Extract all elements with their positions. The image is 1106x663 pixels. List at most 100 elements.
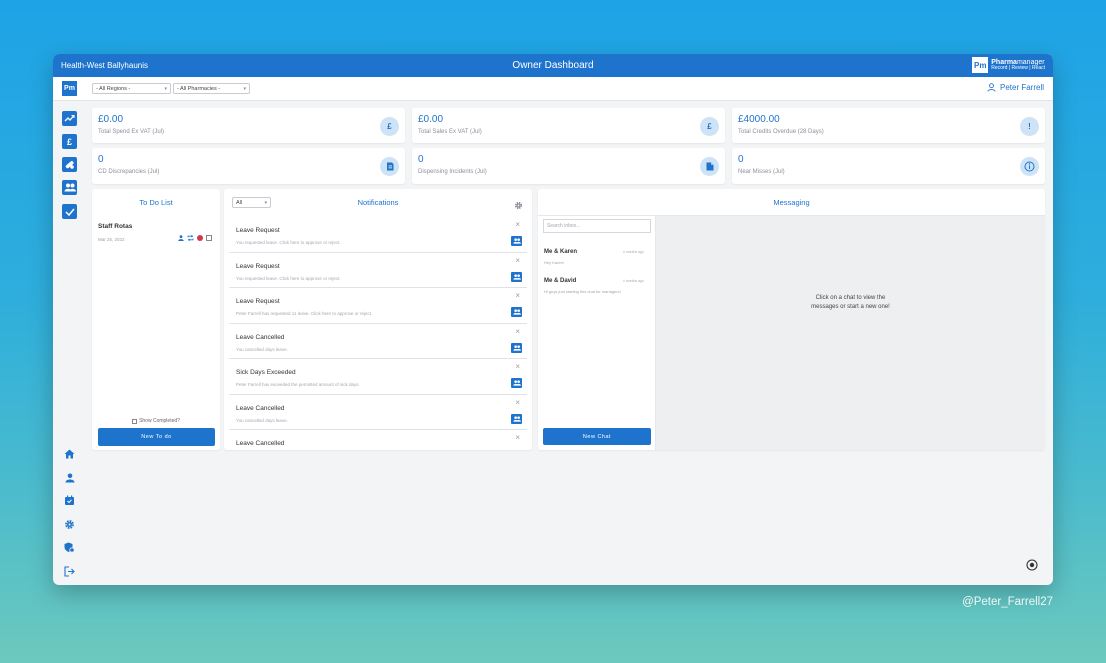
calendar-icon	[65, 495, 74, 505]
sidebar-item-spend[interactable]: £	[62, 134, 77, 149]
todo-complete-checkbox[interactable]	[206, 235, 212, 241]
close-icon[interactable]: ×	[515, 256, 520, 265]
stat-card-total-sales[interactable]: £0.00 Total Sales Ex VAT (Jul) £	[412, 108, 725, 143]
brand-tagline: Record | Review | React	[991, 65, 1045, 71]
stat-card-cd-discrepancies[interactable]: 0 CD Discrepancies (Jul)	[92, 148, 405, 184]
user-name: Peter Farrell	[999, 83, 1044, 92]
notification-item[interactable]: Sick Days Exceeded Peter Farrell has exc…	[229, 359, 527, 395]
user-icon	[987, 83, 996, 92]
new-chat-button[interactable]: New Chat	[543, 428, 651, 445]
notification-item[interactable]: Leave Request You requested leave. Click…	[229, 217, 527, 253]
sidebar-item-staff[interactable]	[62, 180, 77, 195]
gear-icon	[65, 520, 74, 529]
watermark: @Peter_Farrell27	[962, 596, 1053, 608]
todo-panel: To Do List Staff Rotas Mar 25, 2022 Show…	[92, 189, 220, 450]
app-window: Health-West Ballyhaunis Owner Dashboard …	[53, 54, 1053, 585]
todo-item-date: Mar 25, 2022	[98, 237, 125, 242]
todo-item-actions	[178, 235, 212, 241]
notification-item[interactable]: Leave Cancelled You cancelled days leave…	[229, 323, 527, 359]
todo-item-title[interactable]: Staff Rotas	[98, 223, 132, 230]
priority-dot-icon	[197, 235, 203, 241]
view-staff-button[interactable]	[511, 271, 522, 282]
sidebar: £	[53, 101, 86, 585]
sidebar-item-sales-trend[interactable]	[62, 111, 77, 126]
group-icon	[64, 183, 76, 192]
stat-value: 0	[418, 154, 424, 165]
sidebar-item-settings[interactable]	[63, 518, 76, 531]
show-completed-toggle[interactable]: Show Completed?	[92, 418, 220, 424]
notification-item[interactable]: Leave Request You requested leave. Click…	[229, 252, 527, 288]
view-staff-button[interactable]	[511, 413, 522, 424]
stat-card-dispensing-incidents[interactable]: 0 Dispensing Incidents (Jul)	[412, 148, 725, 184]
sidebar-item-prescriptions[interactable]	[62, 157, 77, 172]
stat-card-credits-overdue[interactable]: £4000.00 Total Credits Overdue (28 Days)…	[732, 108, 1045, 143]
notification-description: You requested leave. Click here to appro…	[236, 275, 341, 281]
notification-title: Leave Cancelled	[236, 333, 285, 341]
stat-label: Near Misses (Jul)	[738, 169, 785, 175]
app-logo[interactable]: Pm	[62, 81, 77, 96]
todo-title: To Do List	[139, 198, 173, 207]
region-select[interactable]: - All Regions - ▾	[92, 83, 171, 94]
notification-item[interactable]: Leave Request Peter Farrell has requeste…	[229, 288, 527, 324]
title-bar: Health-West Ballyhaunis Owner Dashboard …	[53, 54, 1053, 77]
chat-preview: Hi guys just starting this chat for mana…	[544, 289, 621, 294]
close-icon[interactable]: ×	[515, 434, 520, 442]
stat-label: CD Discrepancies (Jul)	[98, 169, 160, 175]
close-icon[interactable]: ×	[515, 363, 520, 371]
region-select-value: - All Regions -	[96, 85, 131, 92]
brand-logo-mark: Pm	[972, 57, 989, 73]
chat-item[interactable]: Me & David 4 months ago Hi guys just sta…	[544, 278, 644, 294]
new-todo-button[interactable]: New To do	[98, 428, 215, 446]
sidebar-item-home[interactable]	[63, 447, 76, 460]
notification-title: Leave Request	[236, 262, 280, 270]
chevron-down-icon: ▾	[243, 85, 246, 92]
stat-label: Total Credits Overdue (28 Days)	[738, 129, 824, 135]
floating-action-button[interactable]	[1026, 558, 1038, 576]
notification-description: You requested leave. Click here to appro…	[236, 240, 341, 245]
user-menu[interactable]: Peter Farrell	[987, 83, 1044, 92]
chat-time: 4 months ago	[622, 279, 644, 283]
pound-icon: £	[66, 136, 72, 147]
assignee-icon[interactable]	[178, 235, 184, 241]
pound-icon: £	[380, 117, 399, 136]
stat-value: £4000.00	[738, 114, 780, 125]
view-staff-button[interactable]	[511, 342, 522, 353]
messaging-title: Messaging	[773, 198, 810, 207]
sidebar-item-admin[interactable]	[63, 541, 76, 554]
show-completed-checkbox[interactable]	[132, 418, 138, 424]
stat-value: 0	[98, 154, 104, 165]
close-icon[interactable]: ×	[515, 292, 520, 300]
pharmacy-select[interactable]: - All Pharmacies - ▾	[173, 83, 250, 94]
document-icon	[700, 157, 719, 176]
notification-settings-button[interactable]	[514, 197, 523, 215]
repeat-icon[interactable]	[187, 235, 194, 241]
notification-list: Leave Request You requested leave. Click…	[229, 217, 527, 450]
close-icon[interactable]: ×	[515, 221, 520, 229]
chat-preview: Hey Karen!	[544, 260, 565, 265]
close-icon[interactable]: ×	[515, 327, 520, 336]
search-inbox-input[interactable]: Search inbox...	[543, 219, 651, 233]
sidebar-item-profile[interactable]	[63, 471, 76, 484]
group-icon	[512, 415, 521, 422]
view-staff-button[interactable]	[511, 236, 522, 246]
chat-list-pane: Search inbox... Me & Karen 4 months ago …	[538, 216, 656, 450]
stat-card-near-misses[interactable]: 0 Near Misses (Jul)	[732, 148, 1045, 184]
group-icon	[512, 380, 521, 386]
view-staff-button[interactable]	[511, 307, 522, 317]
notification-title: Leave Request	[236, 298, 280, 305]
stat-card-total-spend[interactable]: £0.00 Total Spend Ex VAT (Jul) £	[92, 108, 405, 143]
group-icon	[512, 309, 521, 315]
notification-item[interactable]: Leave Cancelled ×	[229, 430, 527, 450]
sidebar-item-rota[interactable]	[63, 494, 76, 507]
stat-value: £0.00	[418, 114, 444, 125]
notification-description: Peter Farrell has requested 11 leave. Cl…	[236, 311, 373, 316]
sidebar-item-tasks[interactable]	[62, 204, 77, 219]
chat-item[interactable]: Me & Karen 4 months ago Hey Karen!	[544, 249, 644, 265]
alert-icon: !	[1020, 117, 1039, 136]
notification-item[interactable]: Leave Cancelled You cancelled days leave…	[229, 394, 527, 430]
close-icon[interactable]: ×	[515, 398, 520, 407]
group-icon	[512, 238, 521, 244]
view-staff-button[interactable]	[511, 378, 522, 388]
notification-title: Leave Cancelled	[236, 404, 285, 412]
sidebar-item-logout[interactable]	[63, 565, 76, 578]
